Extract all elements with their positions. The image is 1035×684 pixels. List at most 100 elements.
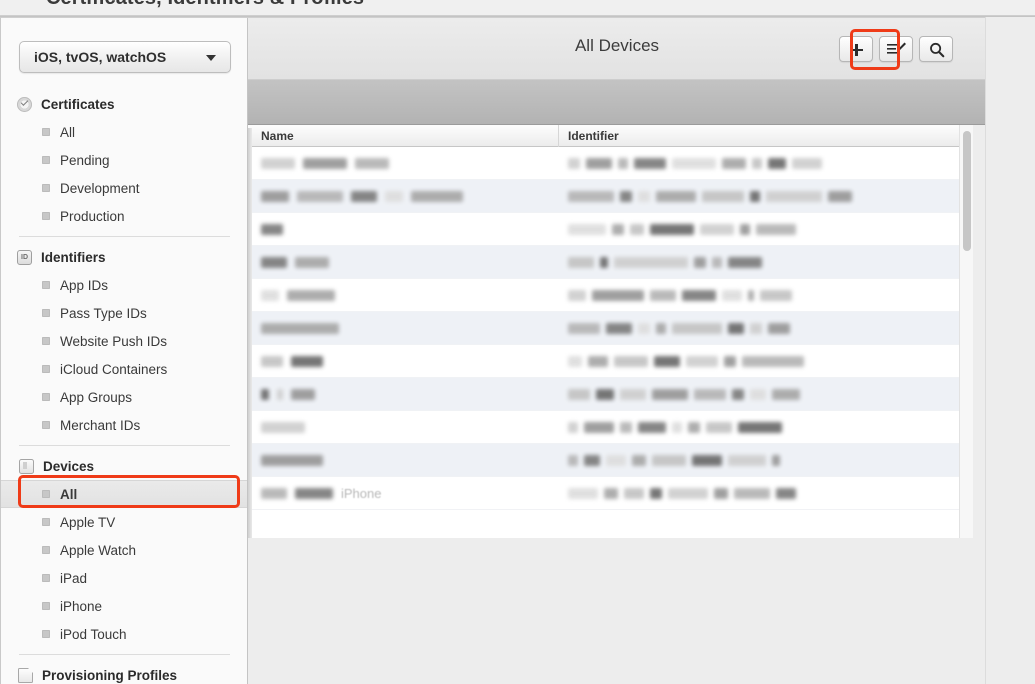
redacted-text [714,488,728,499]
sidebar-item-label: iPad [60,570,88,586]
table-row[interactable] [248,444,985,477]
cell-identifier [568,279,798,312]
redacted-text [606,323,632,334]
sidebar-item-label: Apple Watch [60,542,137,558]
sidebar-item-identifiers-icloud-containers[interactable]: iCloud Containers [1,355,247,383]
table-row[interactable] [248,180,985,213]
sidebar-item-label: iPhone [60,598,103,614]
sidebar-item-certificates-development[interactable]: Development [1,174,247,202]
search-button[interactable] [919,36,953,62]
redacted-text [568,290,586,301]
page-title: Certificates, Identifiers & Profiles [46,0,364,10]
column-header-identifier[interactable]: Identifier [568,129,619,143]
sidebar-section-devices: Devices All Apple TV Apple Watch iPad iP… [1,452,247,648]
table-row[interactable] [248,213,985,246]
redacted-text [385,191,403,202]
cell-identifier [568,378,806,411]
redacted-text [568,323,600,334]
redacted-text [652,455,686,466]
bullet-icon [42,546,50,554]
redacted-text [750,389,766,400]
sidebar-item-devices-all[interactable]: All [1,480,247,508]
redacted-text [734,488,770,499]
devices-table: Name Identifier iPhone [248,125,985,538]
table-row[interactable] [248,312,985,345]
table-row[interactable] [248,411,985,444]
sidebar-section-identifiers: ID Identifiers App IDs Pass Type IDs Web… [1,243,247,439]
redacted-text [750,191,760,202]
redacted-text [584,422,614,433]
sidebar-item-label: iPod Touch [60,626,127,642]
scrollbar-thumb[interactable] [963,131,971,251]
column-header-name[interactable]: Name [261,129,294,143]
table-row[interactable] [248,147,985,180]
redacted-text [750,323,762,334]
platform-select[interactable]: iOS, tvOS, watchOS [19,41,231,73]
table-right-edge [973,125,985,538]
redacted-text [600,257,608,268]
table-row[interactable]: iPhone [248,477,985,510]
redacted-text [672,158,716,169]
sidebar-item-certificates-pending[interactable]: Pending [1,146,247,174]
table-row[interactable] [248,345,985,378]
sidebar-item-certificates-all[interactable]: All [1,118,247,146]
redacted-text [728,323,744,334]
redacted-text [688,422,700,433]
redacted-text [634,158,666,169]
table-row[interactable] [248,279,985,312]
add-button[interactable] [839,36,873,62]
sidebar-item-devices-apple-tv[interactable]: Apple TV [1,508,247,536]
redacted-text [638,191,650,202]
table-row[interactable] [248,378,985,411]
redacted-text [261,257,287,268]
edit-list-pencil-icon [887,42,906,54]
edit-button[interactable] [879,36,913,62]
redacted-text [586,158,612,169]
sidebar-item-label: All [60,124,76,140]
redacted-text [568,224,606,235]
redacted-text [614,257,688,268]
content-toolbar: All Devices [248,18,985,80]
sidebar-item-identifiers-pass-type-ids[interactable]: Pass Type IDs [1,299,247,327]
sidebar-section-header-identifiers[interactable]: ID Identifiers [1,243,247,271]
sidebar-item-label: Merchant IDs [60,417,141,433]
sidebar-item-identifiers-app-groups[interactable]: App Groups [1,383,247,411]
sidebar-item-devices-ipad[interactable]: iPad [1,564,247,592]
redacted-text [728,455,766,466]
table-scrollbar[interactable] [959,125,973,538]
sidebar-item-identifiers-website-push-ids[interactable]: Website Push IDs [1,327,247,355]
cell-name [261,180,471,213]
sidebar-section-header-provisioning-profiles[interactable]: Provisioning Profiles [1,661,247,684]
redacted-text [768,323,790,334]
cell-name [261,345,331,378]
redacted-text [596,389,614,400]
redacted-text [772,389,800,400]
sidebar-item-certificates-production[interactable]: Production [1,202,247,230]
redacted-text [650,224,694,235]
redacted-text [297,191,343,202]
redacted-text [706,422,732,433]
sidebar-item-identifiers-merchant-ids[interactable]: Merchant IDs [1,411,247,439]
sidebar-item-identifiers-app-ids[interactable]: App IDs [1,271,247,299]
bullet-icon [42,490,50,498]
sidebar-item-label: iCloud Containers [60,361,168,377]
redacted-text [638,323,650,334]
redacted-text [748,290,754,301]
redacted-text [672,323,722,334]
redacted-text [728,257,762,268]
redacted-text [630,224,644,235]
table-row[interactable] [248,246,985,279]
bullet-icon [42,602,50,610]
sidebar-item-devices-iphone[interactable]: iPhone [1,592,247,620]
cell-identifier [568,444,786,477]
sidebar-section-header-certificates[interactable]: Certificates [1,90,247,118]
sidebar-section-header-devices[interactable]: Devices [1,452,247,480]
redacted-text [702,191,744,202]
sidebar-section-label: Devices [43,458,95,474]
cell-name [261,444,331,477]
redacted-text [722,158,746,169]
table-left-edge [248,128,252,538]
redacted-text [568,257,594,268]
sidebar-item-devices-ipod-touch[interactable]: iPod Touch [1,620,247,648]
sidebar-item-devices-apple-watch[interactable]: Apple Watch [1,536,247,564]
